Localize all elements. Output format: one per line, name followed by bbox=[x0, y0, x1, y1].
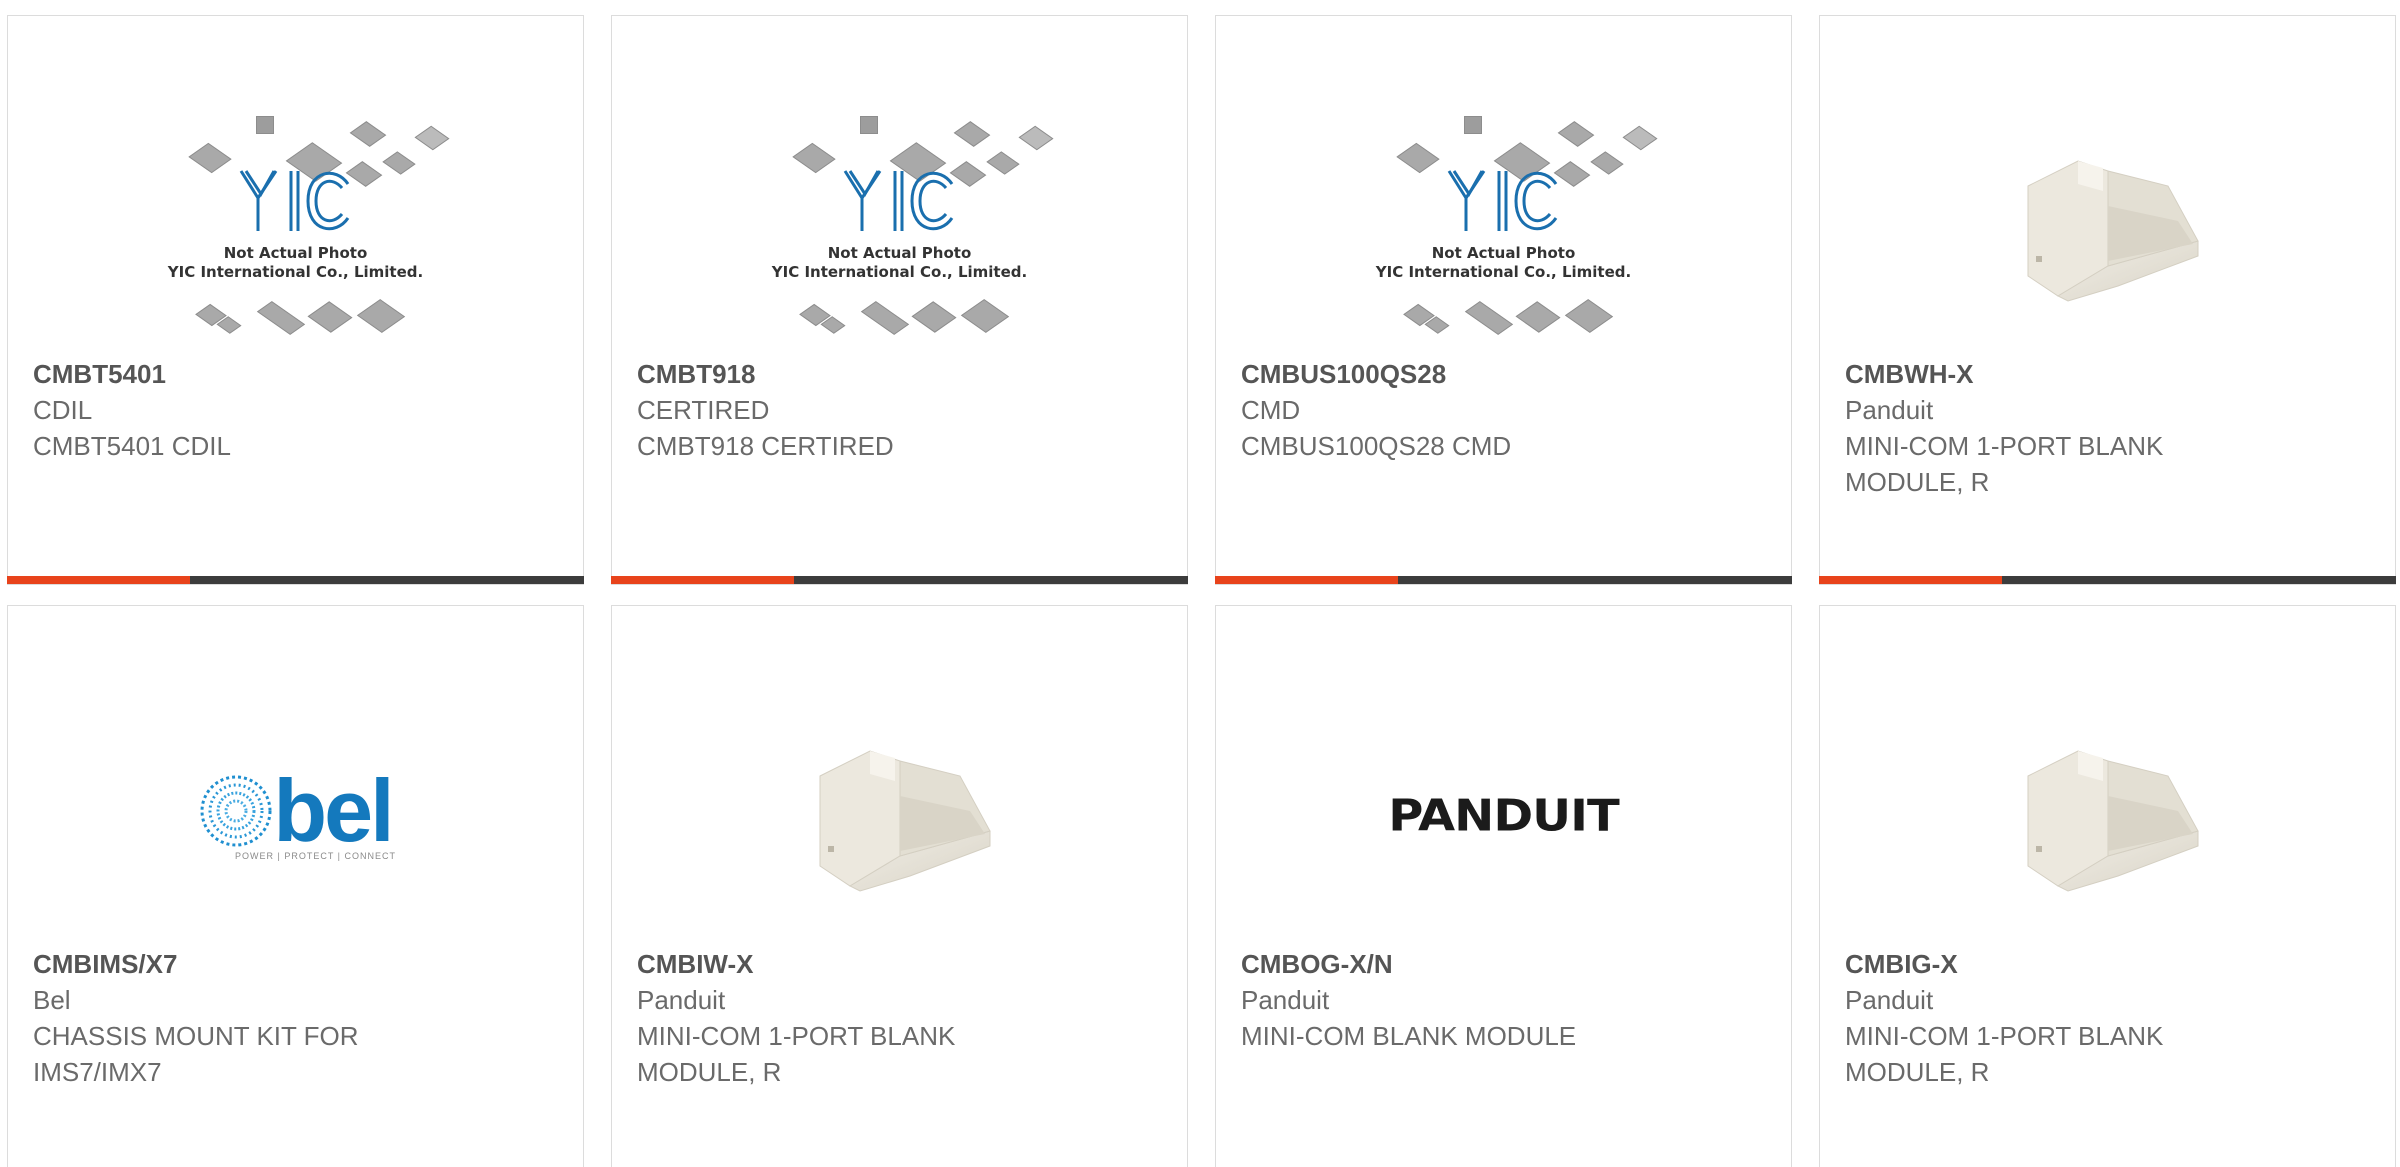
bel-tagline: POWER | PROTECT | CONNECT bbox=[234, 851, 396, 861]
bel-wordmark: bel bbox=[273, 761, 394, 860]
part-number[interactable]: CMBIMS/X7 bbox=[33, 946, 563, 982]
description: CMBUS100QS28 CMD bbox=[1241, 431, 1512, 461]
placeholder-company: YIC International Co., Limited. bbox=[167, 263, 424, 281]
product-card[interactable]: Not Actual Photo YIC International Co., … bbox=[611, 15, 1188, 585]
product-card[interactable]: Not Actual Photo YIC International Co., … bbox=[7, 15, 584, 585]
bel-logo: bel POWER | PROTECT | CONNECT bbox=[195, 761, 396, 861]
product-card[interactable]: CMBWH-X Panduit MINI-COM 1-PORT BLANK MO… bbox=[1819, 15, 2396, 585]
product-info: CMBT5401 CDIL CMBT5401 CDIL bbox=[33, 356, 563, 464]
card-progress-bar bbox=[7, 576, 584, 584]
blank-module-image bbox=[2027, 160, 2199, 302]
product-info: CMBIMS/X7 Bel CHASSIS MOUNT KIT FOR IMS7… bbox=[33, 946, 563, 1090]
card-progress-bar bbox=[611, 576, 1188, 584]
product-image[interactable] bbox=[612, 676, 1187, 956]
description: MINI-COM 1-PORT BLANK MODULE, R bbox=[1845, 1021, 2164, 1087]
product-card[interactable]: bel POWER | PROTECT | CONNECT CMBIMS/X7 … bbox=[7, 605, 584, 1167]
not-actual-photo-placeholder: Not Actual Photo YIC International Co., … bbox=[156, 106, 449, 346]
manufacturer: CDIL bbox=[33, 395, 93, 425]
panduit-logo: PANDUIT bbox=[1388, 790, 1620, 842]
card-progress-bar bbox=[1819, 576, 2396, 584]
yic-logo-icon bbox=[239, 170, 349, 231]
product-image[interactable]: Not Actual Photo YIC International Co., … bbox=[1216, 86, 1791, 366]
not-actual-photo-placeholder: Not Actual Photo YIC International Co., … bbox=[1364, 106, 1657, 346]
product-card[interactable]: CMBIG-X Panduit MINI-COM 1-PORT BLANK MO… bbox=[1819, 605, 2396, 1167]
part-number[interactable]: CMBIG-X bbox=[1845, 946, 2375, 982]
blank-module-image bbox=[819, 750, 991, 892]
part-number[interactable]: CMBIW-X bbox=[637, 946, 1167, 982]
product-image[interactable]: Not Actual Photo YIC International Co., … bbox=[8, 86, 583, 366]
product-image[interactable]: Not Actual Photo YIC International Co., … bbox=[612, 86, 1187, 366]
manufacturer: Panduit bbox=[1241, 985, 1330, 1015]
product-info: CMBT918 CERTIRED CMBT918 CERTIRED bbox=[637, 356, 1167, 464]
part-number[interactable]: CMBUS100QS28 bbox=[1241, 356, 1771, 392]
part-number[interactable]: CMBWH-X bbox=[1845, 356, 2375, 392]
product-card[interactable]: CMBIW-X Panduit MINI-COM 1-PORT BLANK MO… bbox=[611, 605, 1188, 1167]
product-image[interactable] bbox=[1820, 86, 2395, 366]
description: MINI-COM BLANK MODULE bbox=[1241, 1021, 1577, 1051]
card-progress-bar bbox=[1215, 576, 1792, 584]
placeholder-text: Not Actual Photo bbox=[223, 244, 368, 262]
description: MINI-COM 1-PORT BLANK MODULE, R bbox=[1845, 431, 2164, 497]
manufacturer: Bel bbox=[33, 985, 71, 1015]
part-number[interactable]: CMBT5401 bbox=[33, 356, 563, 392]
yic-logo-icon bbox=[843, 170, 953, 231]
product-card[interactable]: PANDUIT CMBOG-X/N Panduit MINI-COM BLANK… bbox=[1215, 605, 1792, 1167]
manufacturer: Panduit bbox=[1845, 395, 1934, 425]
bel-globe-icon bbox=[200, 775, 272, 847]
not-actual-photo-placeholder: Not Actual Photo YIC International Co., … bbox=[760, 106, 1053, 346]
placeholder-company: YIC International Co., Limited. bbox=[1375, 263, 1632, 281]
part-number[interactable]: CMBT918 bbox=[637, 356, 1167, 392]
manufacturer: Panduit bbox=[637, 985, 726, 1015]
yic-logo-icon bbox=[1447, 170, 1557, 231]
blank-module-image bbox=[2027, 750, 2199, 892]
manufacturer: Panduit bbox=[1845, 985, 1934, 1015]
product-image[interactable] bbox=[1820, 676, 2395, 956]
product-info: CMBOG-X/N Panduit MINI-COM BLANK MODULE bbox=[1241, 946, 1771, 1054]
product-info: CMBIG-X Panduit MINI-COM 1-PORT BLANK MO… bbox=[1845, 946, 2375, 1090]
manufacturer: CERTIRED bbox=[637, 395, 770, 425]
description: CMBT918 CERTIRED bbox=[637, 431, 894, 461]
part-number[interactable]: CMBOG-X/N bbox=[1241, 946, 1771, 982]
placeholder-text: Not Actual Photo bbox=[1431, 244, 1576, 262]
manufacturer: CMD bbox=[1241, 395, 1301, 425]
product-info: CMBUS100QS28 CMD CMBUS100QS28 CMD bbox=[1241, 356, 1771, 464]
product-card[interactable]: Not Actual Photo YIC International Co., … bbox=[1215, 15, 1792, 585]
description: CHASSIS MOUNT KIT FOR IMS7/IMX7 bbox=[33, 1021, 359, 1087]
description: MINI-COM 1-PORT BLANK MODULE, R bbox=[637, 1021, 956, 1087]
product-grid: Not Actual Photo YIC International Co., … bbox=[0, 0, 2400, 1167]
description: CMBT5401 CDIL bbox=[33, 431, 231, 461]
placeholder-company: YIC International Co., Limited. bbox=[771, 263, 1028, 281]
product-info: CMBWH-X Panduit MINI-COM 1-PORT BLANK MO… bbox=[1845, 356, 2375, 500]
product-image[interactable]: PANDUIT bbox=[1216, 676, 1791, 956]
product-info: CMBIW-X Panduit MINI-COM 1-PORT BLANK MO… bbox=[637, 946, 1167, 1090]
placeholder-text: Not Actual Photo bbox=[827, 244, 972, 262]
product-image[interactable]: bel POWER | PROTECT | CONNECT bbox=[8, 676, 583, 956]
